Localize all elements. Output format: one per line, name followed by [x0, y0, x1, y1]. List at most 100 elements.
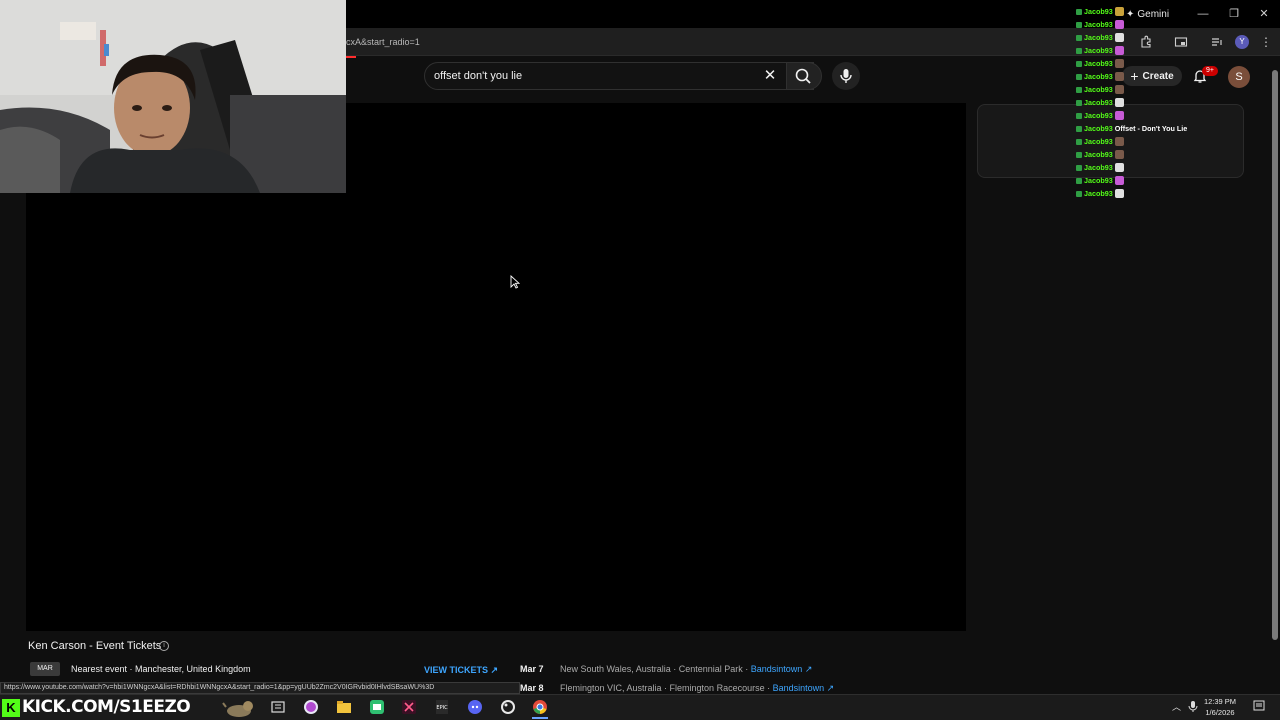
svg-text:EPIC: EPIC	[436, 705, 448, 711]
chat-username: Jacob93	[1084, 59, 1113, 68]
mouse-cursor-icon	[510, 275, 520, 289]
chat-message: Jacob93	[1076, 31, 1124, 44]
view-tickets-link[interactable]: VIEW TICKETS ↗	[424, 665, 498, 676]
microphone-icon	[840, 69, 852, 83]
gemini-icon: ✦	[1126, 8, 1135, 20]
chat-username: Jacob93	[1084, 111, 1113, 120]
streamer-webcam	[0, 0, 346, 193]
minimize-button[interactable]: —	[1195, 7, 1211, 21]
nearest-event-text: Nearest event · Manchester, United Kingd…	[71, 664, 251, 674]
chrome-icon[interactable]	[532, 699, 548, 715]
chat-emote-icon	[1114, 33, 1124, 42]
search-button[interactable]	[786, 62, 822, 90]
chat-badge-icon	[1076, 125, 1082, 132]
create-label: Create	[1142, 70, 1174, 82]
chat-badge-icon	[1076, 177, 1082, 184]
chat-badge-icon	[1076, 86, 1082, 93]
chat-emote-icon	[1114, 85, 1124, 94]
plus-icon: +	[1130, 68, 1139, 84]
dog-mascot-icon	[222, 701, 253, 717]
chat-badge-icon	[1076, 73, 1082, 80]
event-row: Flemington VIC, Australia · Flemington R…	[560, 683, 835, 693]
chat-message: Jacob93	[1076, 70, 1124, 83]
xbox-app-icon[interactable]	[369, 699, 385, 715]
chat-badge-icon	[1076, 47, 1082, 54]
chat-message: Jacob93	[1076, 135, 1124, 148]
chat-message: Jacob93	[1076, 18, 1124, 31]
chat-username: Jacob93	[1084, 46, 1113, 55]
search-input[interactable]	[434, 68, 754, 84]
event-row: New South Wales, Australia · Centennial …	[560, 664, 813, 674]
chat-username: Jacob93	[1084, 163, 1113, 172]
events-title: Ken Carson - Event Tickets	[28, 640, 162, 652]
clear-search-icon[interactable]: ✕	[762, 68, 778, 84]
chat-badge-icon	[1076, 99, 1082, 106]
gemini-button[interactable]: ✦ Gemini	[1126, 6, 1169, 22]
event-venue: Flemington VIC, Australia · Flemington R…	[560, 683, 765, 693]
info-icon[interactable]: i	[159, 641, 169, 651]
notification-center-icon[interactable]	[1253, 700, 1265, 712]
create-button[interactable]: + Create	[1122, 66, 1182, 86]
chat-badge-icon	[1076, 21, 1082, 28]
media-control-icon[interactable]	[1210, 35, 1224, 49]
chat-message: Jacob93	[1076, 109, 1124, 122]
url-text[interactable]: cxA&start_radio=1	[346, 37, 420, 47]
itunes-icon[interactable]	[303, 699, 319, 715]
chat-emote-icon	[1114, 150, 1124, 159]
close-window-button[interactable]: ✕	[1256, 7, 1272, 21]
profile-avatar[interactable]: Y	[1235, 35, 1249, 49]
epic-games-icon[interactable]: EPIC	[434, 699, 450, 715]
system-clock[interactable]: 12:39 PM 1/6/2026	[1198, 696, 1242, 718]
chat-message: Jacob93	[1076, 5, 1124, 18]
clock-time: 12:39 PM	[1203, 697, 1237, 706]
bandsintown-link[interactable]: Bandsintown ↗	[751, 664, 813, 674]
browser-menu-icon[interactable]: ⋮	[1260, 35, 1272, 49]
tray-chevron-icon[interactable]: ︿	[1172, 700, 1181, 713]
capcut-icon[interactable]	[401, 699, 417, 715]
chat-username: Jacob93	[1084, 176, 1113, 185]
task-view-icon[interactable]	[270, 699, 286, 715]
restore-button[interactable]: ❐	[1226, 7, 1242, 21]
chat-message: Jacob93	[1076, 187, 1124, 200]
chat-badge-icon	[1076, 60, 1082, 67]
windows-taskbar	[0, 694, 1280, 720]
event-month-badge: MAR	[30, 662, 60, 676]
cast-icon[interactable]	[1174, 35, 1188, 49]
webcam-image	[0, 0, 346, 193]
chat-emote-icon	[1114, 72, 1124, 81]
bandsintown-link[interactable]: Bandsintown ↗	[773, 683, 835, 693]
chat-message: Jacob93	[1076, 57, 1124, 70]
chat-username: Jacob93	[1084, 137, 1113, 146]
chat-badge-icon	[1076, 151, 1082, 158]
obs-icon[interactable]	[500, 699, 516, 715]
chat-username: Jacob93	[1084, 85, 1113, 94]
chat-badge-icon	[1076, 34, 1082, 41]
event-date: Mar 7	[520, 664, 544, 674]
chat-username: Jacob93	[1084, 72, 1113, 81]
event-venue: New South Wales, Australia · Centennial …	[560, 664, 743, 674]
chat-username: Jacob93	[1084, 7, 1113, 16]
chat-emote-icon	[1114, 46, 1124, 55]
scrollbar-thumb[interactable]	[1272, 70, 1278, 640]
chat-emote-icon	[1114, 137, 1124, 146]
chat-emote-icon	[1114, 189, 1124, 198]
kick-logo: K	[2, 699, 20, 717]
discord-icon[interactable]	[467, 699, 483, 715]
chat-message: Jacob93 Offset - Don't You Lie	[1076, 122, 1187, 135]
microphone-tray-icon[interactable]	[1188, 700, 1198, 712]
chat-emote-icon	[1114, 111, 1124, 120]
event-date: Mar 8	[520, 683, 544, 693]
chat-message: Jacob93	[1076, 161, 1124, 174]
chat-emote-icon	[1114, 176, 1124, 185]
extensions-icon[interactable]	[1139, 35, 1153, 49]
chat-message: Jacob93	[1076, 44, 1124, 57]
chat-badge-icon	[1076, 138, 1082, 145]
account-avatar[interactable]: S	[1228, 66, 1250, 88]
chat-username: Jacob93	[1084, 33, 1113, 42]
file-explorer-icon[interactable]	[336, 699, 352, 715]
chat-message: Jacob93	[1076, 174, 1124, 187]
search-icon	[795, 68, 811, 84]
chat-username: Jacob93	[1084, 150, 1113, 159]
voice-search-button[interactable]	[832, 62, 860, 90]
chat-emote-icon	[1114, 20, 1124, 29]
